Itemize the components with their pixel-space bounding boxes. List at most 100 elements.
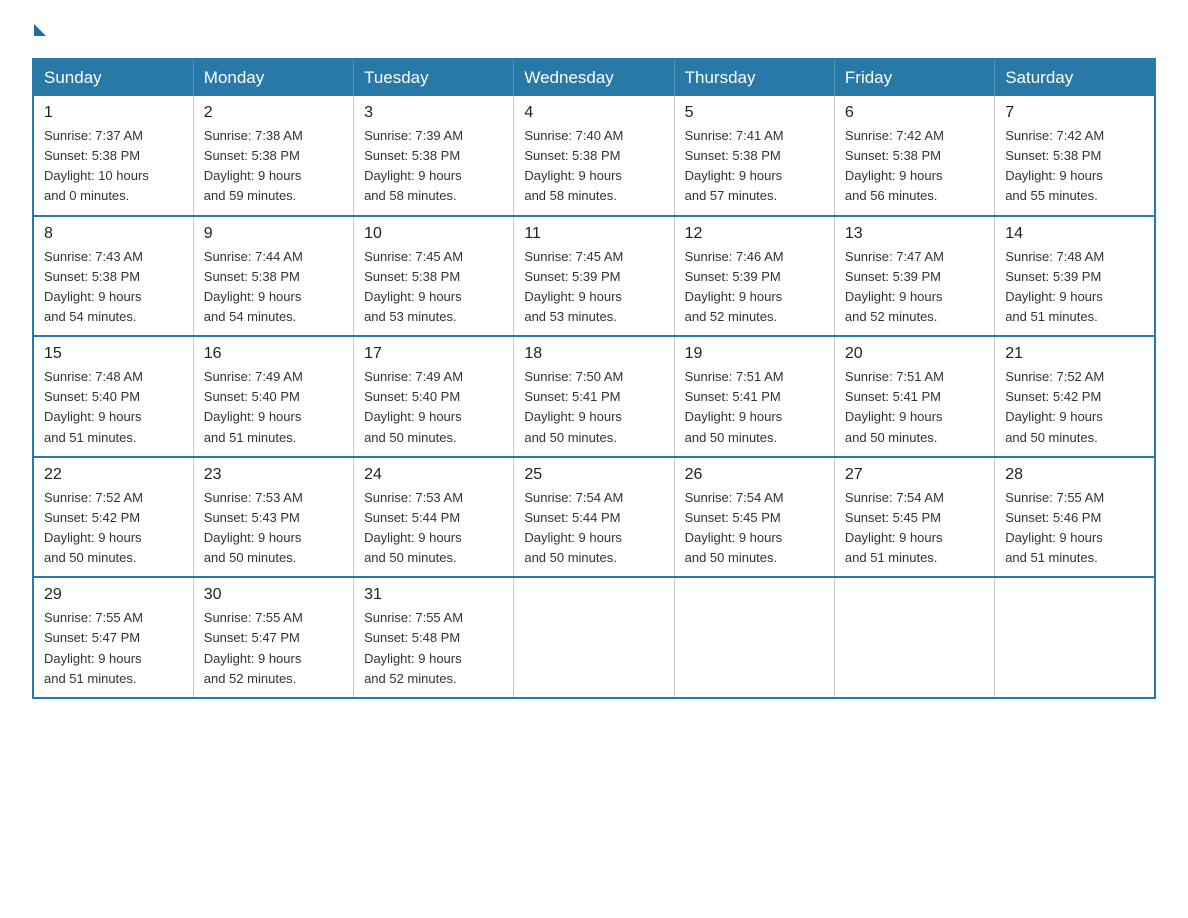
calendar-cell: 27 Sunrise: 7:54 AMSunset: 5:45 PMDaylig…: [834, 457, 994, 578]
day-info: Sunrise: 7:51 AMSunset: 5:41 PMDaylight:…: [845, 367, 984, 448]
weekday-header-sunday: Sunday: [33, 59, 193, 96]
calendar-week-row: 1 Sunrise: 7:37 AMSunset: 5:38 PMDayligh…: [33, 96, 1155, 216]
calendar-cell: 13 Sunrise: 7:47 AMSunset: 5:39 PMDaylig…: [834, 216, 994, 337]
logo: [32, 24, 48, 38]
calendar-cell: 7 Sunrise: 7:42 AMSunset: 5:38 PMDayligh…: [995, 96, 1155, 216]
calendar-table: SundayMondayTuesdayWednesdayThursdayFrid…: [32, 58, 1156, 699]
day-info: Sunrise: 7:53 AMSunset: 5:43 PMDaylight:…: [204, 488, 343, 569]
calendar-cell: 15 Sunrise: 7:48 AMSunset: 5:40 PMDaylig…: [33, 336, 193, 457]
calendar-cell: 22 Sunrise: 7:52 AMSunset: 5:42 PMDaylig…: [33, 457, 193, 578]
day-number: 9: [204, 225, 343, 243]
day-number: 20: [845, 345, 984, 363]
day-info: Sunrise: 7:46 AMSunset: 5:39 PMDaylight:…: [685, 247, 824, 328]
day-info: Sunrise: 7:47 AMSunset: 5:39 PMDaylight:…: [845, 247, 984, 328]
day-number: 18: [524, 345, 663, 363]
day-info: Sunrise: 7:52 AMSunset: 5:42 PMDaylight:…: [1005, 367, 1144, 448]
day-number: 25: [524, 466, 663, 484]
day-number: 31: [364, 586, 503, 604]
calendar-header-row: SundayMondayTuesdayWednesdayThursdayFrid…: [33, 59, 1155, 96]
day-number: 8: [44, 225, 183, 243]
calendar-week-row: 22 Sunrise: 7:52 AMSunset: 5:42 PMDaylig…: [33, 457, 1155, 578]
calendar-cell: 3 Sunrise: 7:39 AMSunset: 5:38 PMDayligh…: [354, 96, 514, 216]
calendar-cell: 25 Sunrise: 7:54 AMSunset: 5:44 PMDaylig…: [514, 457, 674, 578]
calendar-week-row: 29 Sunrise: 7:55 AMSunset: 5:47 PMDaylig…: [33, 577, 1155, 698]
day-info: Sunrise: 7:41 AMSunset: 5:38 PMDaylight:…: [685, 126, 824, 207]
day-number: 10: [364, 225, 503, 243]
calendar-cell: 24 Sunrise: 7:53 AMSunset: 5:44 PMDaylig…: [354, 457, 514, 578]
calendar-cell: 6 Sunrise: 7:42 AMSunset: 5:38 PMDayligh…: [834, 96, 994, 216]
day-number: 24: [364, 466, 503, 484]
day-number: 2: [204, 104, 343, 122]
calendar-cell: 14 Sunrise: 7:48 AMSunset: 5:39 PMDaylig…: [995, 216, 1155, 337]
calendar-cell: 31 Sunrise: 7:55 AMSunset: 5:48 PMDaylig…: [354, 577, 514, 698]
day-number: 16: [204, 345, 343, 363]
calendar-cell: [995, 577, 1155, 698]
logo-arrow-icon: [34, 24, 46, 36]
calendar-cell: 19 Sunrise: 7:51 AMSunset: 5:41 PMDaylig…: [674, 336, 834, 457]
day-info: Sunrise: 7:49 AMSunset: 5:40 PMDaylight:…: [204, 367, 343, 448]
calendar-cell: 21 Sunrise: 7:52 AMSunset: 5:42 PMDaylig…: [995, 336, 1155, 457]
calendar-cell: 2 Sunrise: 7:38 AMSunset: 5:38 PMDayligh…: [193, 96, 353, 216]
calendar-cell: 12 Sunrise: 7:46 AMSunset: 5:39 PMDaylig…: [674, 216, 834, 337]
calendar-cell: 1 Sunrise: 7:37 AMSunset: 5:38 PMDayligh…: [33, 96, 193, 216]
day-info: Sunrise: 7:38 AMSunset: 5:38 PMDaylight:…: [204, 126, 343, 207]
calendar-cell: 9 Sunrise: 7:44 AMSunset: 5:38 PMDayligh…: [193, 216, 353, 337]
day-info: Sunrise: 7:44 AMSunset: 5:38 PMDaylight:…: [204, 247, 343, 328]
day-info: Sunrise: 7:55 AMSunset: 5:47 PMDaylight:…: [44, 608, 183, 689]
weekday-header-friday: Friday: [834, 59, 994, 96]
day-info: Sunrise: 7:48 AMSunset: 5:40 PMDaylight:…: [44, 367, 183, 448]
calendar-cell: 28 Sunrise: 7:55 AMSunset: 5:46 PMDaylig…: [995, 457, 1155, 578]
day-info: Sunrise: 7:42 AMSunset: 5:38 PMDaylight:…: [845, 126, 984, 207]
day-info: Sunrise: 7:42 AMSunset: 5:38 PMDaylight:…: [1005, 126, 1144, 207]
calendar-cell: 16 Sunrise: 7:49 AMSunset: 5:40 PMDaylig…: [193, 336, 353, 457]
calendar-cell: 30 Sunrise: 7:55 AMSunset: 5:47 PMDaylig…: [193, 577, 353, 698]
calendar-cell: 18 Sunrise: 7:50 AMSunset: 5:41 PMDaylig…: [514, 336, 674, 457]
day-number: 7: [1005, 104, 1144, 122]
day-number: 12: [685, 225, 824, 243]
day-number: 22: [44, 466, 183, 484]
day-info: Sunrise: 7:49 AMSunset: 5:40 PMDaylight:…: [364, 367, 503, 448]
day-number: 1: [44, 104, 183, 122]
day-number: 19: [685, 345, 824, 363]
day-number: 3: [364, 104, 503, 122]
day-info: Sunrise: 7:39 AMSunset: 5:38 PMDaylight:…: [364, 126, 503, 207]
day-info: Sunrise: 7:45 AMSunset: 5:38 PMDaylight:…: [364, 247, 503, 328]
day-info: Sunrise: 7:55 AMSunset: 5:48 PMDaylight:…: [364, 608, 503, 689]
weekday-header-saturday: Saturday: [995, 59, 1155, 96]
calendar-cell: 20 Sunrise: 7:51 AMSunset: 5:41 PMDaylig…: [834, 336, 994, 457]
day-number: 15: [44, 345, 183, 363]
day-info: Sunrise: 7:43 AMSunset: 5:38 PMDaylight:…: [44, 247, 183, 328]
weekday-header-monday: Monday: [193, 59, 353, 96]
calendar-cell: 8 Sunrise: 7:43 AMSunset: 5:38 PMDayligh…: [33, 216, 193, 337]
day-number: 29: [44, 586, 183, 604]
day-number: 17: [364, 345, 503, 363]
calendar-week-row: 15 Sunrise: 7:48 AMSunset: 5:40 PMDaylig…: [33, 336, 1155, 457]
calendar-cell: [834, 577, 994, 698]
day-number: 6: [845, 104, 984, 122]
day-info: Sunrise: 7:54 AMSunset: 5:45 PMDaylight:…: [685, 488, 824, 569]
day-number: 4: [524, 104, 663, 122]
day-info: Sunrise: 7:55 AMSunset: 5:47 PMDaylight:…: [204, 608, 343, 689]
day-info: Sunrise: 7:48 AMSunset: 5:39 PMDaylight:…: [1005, 247, 1144, 328]
calendar-cell: 17 Sunrise: 7:49 AMSunset: 5:40 PMDaylig…: [354, 336, 514, 457]
day-info: Sunrise: 7:45 AMSunset: 5:39 PMDaylight:…: [524, 247, 663, 328]
day-number: 13: [845, 225, 984, 243]
weekday-header-thursday: Thursday: [674, 59, 834, 96]
calendar-cell: 23 Sunrise: 7:53 AMSunset: 5:43 PMDaylig…: [193, 457, 353, 578]
day-number: 23: [204, 466, 343, 484]
weekday-header-tuesday: Tuesday: [354, 59, 514, 96]
day-info: Sunrise: 7:40 AMSunset: 5:38 PMDaylight:…: [524, 126, 663, 207]
day-number: 27: [845, 466, 984, 484]
day-info: Sunrise: 7:37 AMSunset: 5:38 PMDaylight:…: [44, 126, 183, 207]
calendar-cell: 10 Sunrise: 7:45 AMSunset: 5:38 PMDaylig…: [354, 216, 514, 337]
day-info: Sunrise: 7:53 AMSunset: 5:44 PMDaylight:…: [364, 488, 503, 569]
calendar-week-row: 8 Sunrise: 7:43 AMSunset: 5:38 PMDayligh…: [33, 216, 1155, 337]
day-number: 21: [1005, 345, 1144, 363]
day-number: 14: [1005, 225, 1144, 243]
day-info: Sunrise: 7:52 AMSunset: 5:42 PMDaylight:…: [44, 488, 183, 569]
day-number: 26: [685, 466, 824, 484]
calendar-cell: 11 Sunrise: 7:45 AMSunset: 5:39 PMDaylig…: [514, 216, 674, 337]
day-info: Sunrise: 7:54 AMSunset: 5:44 PMDaylight:…: [524, 488, 663, 569]
weekday-header-wednesday: Wednesday: [514, 59, 674, 96]
day-info: Sunrise: 7:50 AMSunset: 5:41 PMDaylight:…: [524, 367, 663, 448]
